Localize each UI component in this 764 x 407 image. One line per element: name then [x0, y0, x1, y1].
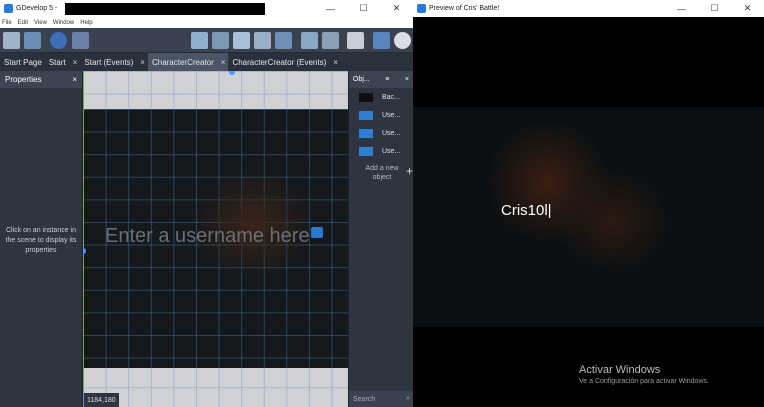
maximize-button[interactable]: ☐ [698, 0, 731, 17]
redacted-title-block [65, 3, 265, 15]
tab-start-page[interactable]: Start Page [0, 53, 45, 71]
objects-close-icon[interactable]: × [405, 76, 409, 83]
gdevelop-title-bar: GDevelop 5 - — ☐ ✕ [0, 0, 413, 17]
preview-app-icon [417, 4, 426, 13]
text-input-instance[interactable] [311, 227, 323, 238]
filter-icon[interactable]: ≡ [385, 76, 389, 83]
scene-boundary-line [83, 71, 84, 407]
properties-title: Properties [5, 75, 42, 84]
menu-help[interactable]: Help [80, 20, 92, 26]
objects-panel: Obj... ≡ × Bac... Use... Use... Use... A… [348, 71, 414, 407]
tab-charactercreator-events[interactable]: CharacterCreator (Events) × [228, 53, 340, 71]
properties-close-icon[interactable]: × [72, 75, 77, 84]
minimize-button[interactable]: — [665, 0, 698, 17]
menu-view[interactable]: View [34, 20, 47, 26]
menu-file[interactable]: File [2, 20, 12, 26]
preview-window-icon[interactable] [347, 32, 364, 49]
object-thumbnail [359, 128, 373, 138]
open-project-icon[interactable] [24, 32, 41, 49]
objects-header: Obj... ≡ × [349, 71, 413, 88]
tab-start[interactable]: Start × [45, 53, 81, 71]
object-thumbnail [359, 110, 373, 120]
plus-icon: + [405, 164, 413, 178]
tab-label: CharacterCreator (Events) [232, 57, 327, 67]
object-item[interactable]: Use... [349, 106, 413, 124]
username-input-text[interactable]: Cris10l| [501, 202, 552, 219]
username-text-instance[interactable]: Enter a username here [105, 225, 310, 248]
object-item[interactable]: Use... [349, 124, 413, 142]
redo-icon[interactable] [322, 32, 339, 49]
menu-edit[interactable]: Edit [18, 20, 28, 26]
debug-icon[interactable] [72, 32, 89, 49]
tab-close-icon[interactable]: × [140, 58, 145, 67]
object-label: Use... [382, 111, 401, 119]
object-item[interactable]: Use... [349, 142, 413, 160]
menu-window[interactable]: Window [53, 20, 74, 26]
object-thumbnail [359, 146, 373, 156]
object-groups-icon[interactable] [212, 32, 229, 49]
minimize-button[interactable]: — [314, 0, 347, 17]
game-preview-canvas[interactable]: Cris10l| Activar Windows Ve a Configurac… [413, 17, 764, 407]
close-button[interactable]: ✕ [731, 0, 764, 17]
instances-list-icon[interactable] [254, 32, 271, 49]
gdevelop-window: GDevelop 5 - — ☐ ✕ File Edit View Window… [0, 0, 414, 407]
add-object-button[interactable]: Add a new object + [357, 164, 413, 182]
gdevelop-title: GDevelop 5 - [16, 5, 58, 12]
close-button[interactable]: ✕ [380, 0, 413, 17]
tab-charactercreator[interactable]: CharacterCreator × [147, 53, 229, 71]
cursor-coordinates: 1184,180 [84, 393, 119, 407]
activate-windows-subtext: Ve a Configuración para activar Windows. [579, 378, 709, 385]
activate-windows-watermark: Activar Windows [579, 364, 661, 376]
preview-icon[interactable] [50, 32, 67, 49]
editor-tabs: Start Page Start × Start (Events) × Char… [0, 53, 413, 71]
object-thumbnail [359, 92, 373, 102]
maximize-button[interactable]: ☐ [347, 0, 380, 17]
object-label: Bac... [382, 93, 400, 101]
object-search-field[interactable]: Search ⌕ [349, 391, 414, 407]
project-manager-icon[interactable] [3, 32, 20, 49]
menu-bar: File Edit View Window Help [0, 17, 413, 28]
object-label: Use... [382, 147, 401, 155]
search-icon: ⌕ [406, 395, 410, 402]
properties-header: Properties × [0, 71, 82, 88]
add-object-label: Add a new object [365, 165, 399, 181]
tab-label: Start Page [4, 57, 42, 67]
toolbar [0, 28, 413, 53]
properties-panel-icon[interactable] [233, 32, 250, 49]
zoom-icon[interactable] [394, 32, 411, 49]
tab-start-events[interactable]: Start (Events) × [80, 53, 148, 71]
tab-close-icon[interactable]: × [333, 58, 338, 67]
layers-icon[interactable] [275, 32, 292, 49]
gdevelop-app-icon [4, 4, 13, 13]
scene-editor-canvas[interactable]: Enter a username here [83, 71, 348, 407]
tab-close-icon[interactable]: × [73, 58, 78, 67]
tab-label: Start (Events) [84, 57, 134, 67]
properties-empty-message: Click on an instance in the scene to dis… [5, 227, 77, 254]
grid-icon[interactable] [373, 32, 390, 49]
preview-window: Preview of Cris' Battle! — ☐ ✕ Cris10l| … [413, 0, 764, 407]
tab-close-icon[interactable]: × [221, 58, 226, 67]
game-background [413, 107, 764, 327]
properties-panel: Properties × Click on an instance in the… [0, 71, 83, 407]
tab-label: Start [48, 57, 66, 67]
objects-title: Obj... [353, 76, 370, 83]
search-placeholder: Search [353, 395, 376, 403]
undo-icon[interactable] [301, 32, 318, 49]
preview-title: Preview of Cris' Battle! [429, 5, 500, 12]
object-label: Use... [382, 129, 401, 137]
preview-title-bar: Preview of Cris' Battle! — ☐ ✕ [413, 0, 764, 17]
tab-label: CharacterCreator [151, 57, 214, 67]
objects-panel-icon[interactable] [191, 32, 208, 49]
object-item[interactable]: Bac... [349, 88, 413, 106]
